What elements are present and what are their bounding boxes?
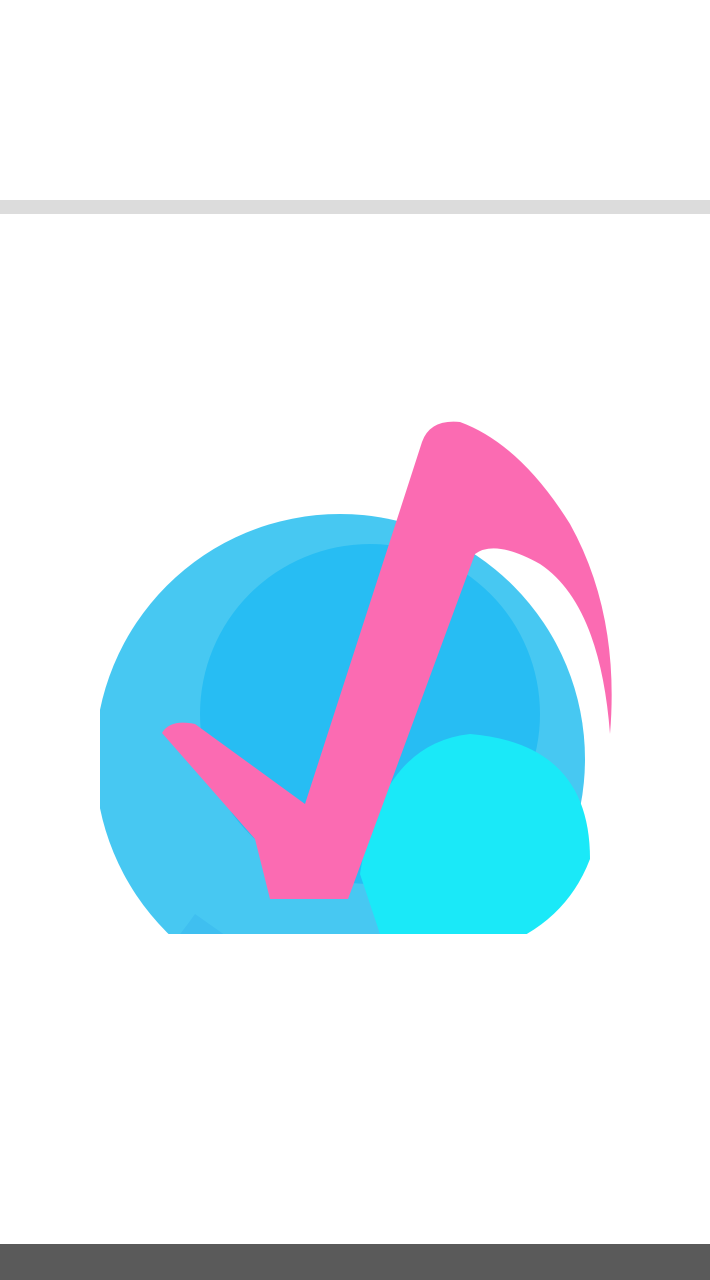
top-blank-area xyxy=(0,0,710,200)
splash-screen xyxy=(0,0,710,1280)
chat-bubble-music-note-icon xyxy=(100,421,612,934)
divider xyxy=(0,200,710,214)
splash-content xyxy=(0,214,710,1244)
bottom-bar xyxy=(0,1244,710,1280)
